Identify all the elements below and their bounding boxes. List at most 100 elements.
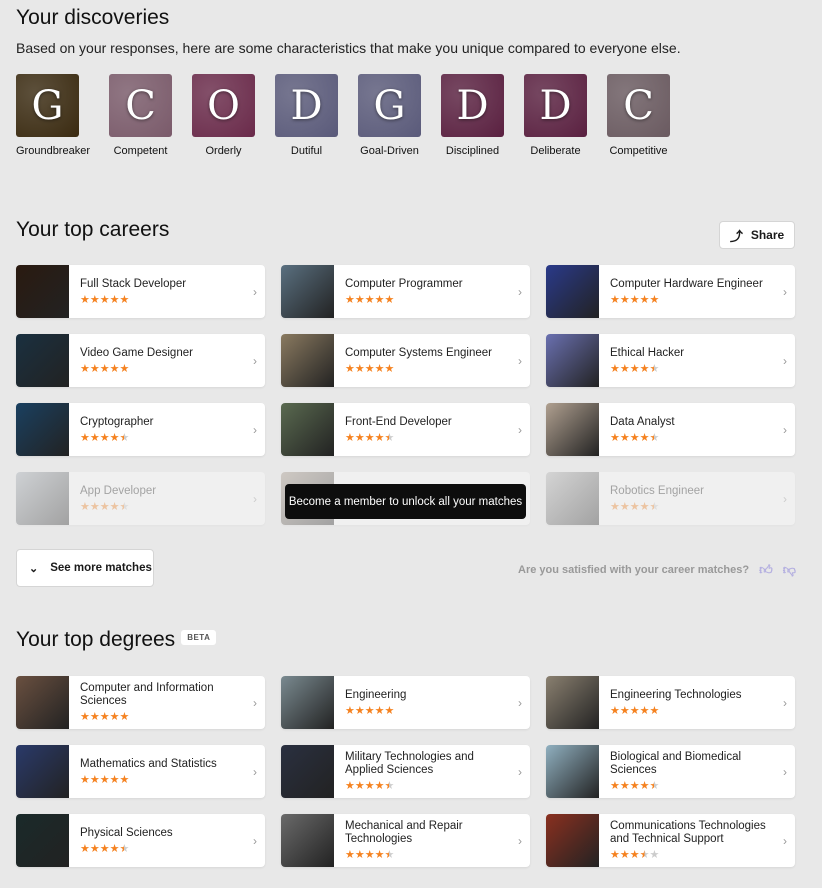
chevron-right-icon: › (783, 353, 787, 368)
card-thumbnail (546, 265, 599, 318)
chevron-right-icon: › (253, 422, 257, 437)
career-card[interactable]: Full Stack Developer ★★★★★ › (16, 265, 265, 318)
star-rating: ★★★★★ (610, 500, 660, 513)
card-title: Mathematics and Statistics (80, 757, 217, 770)
chevron-right-icon: › (518, 695, 522, 710)
chevron-right-icon: › (783, 284, 787, 299)
chevron-right-icon: › (253, 833, 257, 848)
card-thumbnail (16, 814, 69, 867)
chevron-right-icon: › (783, 764, 787, 779)
card-thumbnail (16, 403, 69, 456)
trait-tile: G (16, 74, 79, 137)
chevron-right-icon: › (783, 833, 787, 848)
chevron-right-icon: › (518, 764, 522, 779)
card-title: Engineering Technologies (610, 688, 742, 701)
card-thumbnail (281, 265, 334, 318)
career-card[interactable]: Computer Hardware Engineer ★★★★★ › (546, 265, 795, 318)
degree-grid: Computer and Information Sciences ★★★★★ › E… (16, 676, 795, 867)
degrees-title: Your top degrees BETA (16, 628, 217, 652)
card-thumbnail (281, 334, 334, 387)
chevron-right-icon: › (518, 833, 522, 848)
card-body: Communications Technologies and Technica… (599, 820, 795, 861)
card-title: Computer Hardware Engineer (610, 277, 763, 290)
card-body: Full Stack Developer ★★★★★ (69, 278, 210, 306)
degree-card[interactable]: Engineering Technologies ★★★★★ › (546, 676, 795, 729)
career-card[interactable]: Cryptographer ★★★★★ › (16, 403, 265, 456)
degree-card[interactable]: Military Technologies and Applied Scienc… (281, 745, 530, 798)
careers-title: Your top careers (16, 218, 170, 241)
card-body: Mathematics and Statistics ★★★★★ (69, 758, 241, 786)
career-card[interactable]: Data Analyst ★★★★★ › (546, 403, 795, 456)
trait-label: Groundbreaker (16, 145, 90, 157)
degrees-title-text: Your top degrees (16, 628, 176, 651)
trait-tile: O (192, 74, 255, 137)
career-card[interactable]: Computer Programmer ★★★★★ › (281, 265, 530, 318)
share-label: Share (750, 228, 785, 242)
degree-card[interactable]: Biological and Biomedical Sciences ★★★★★ › (546, 745, 795, 798)
chevron-right-icon: › (253, 491, 257, 506)
card-thumbnail (281, 814, 334, 867)
card-body: Biological and Biomedical Sciences ★★★★★ (599, 751, 795, 792)
trait-item: G Goal-Driven (348, 74, 431, 157)
trait-label: Orderly (205, 145, 242, 157)
career-card[interactable]: App Developer ★★★★★ › (16, 472, 265, 525)
card-body: Computer Hardware Engineer ★★★★★ (599, 278, 787, 306)
trait-item: C Competitive (597, 74, 680, 157)
card-title: Communications Technologies and Technica… (610, 820, 766, 845)
card-thumbnail (546, 403, 599, 456)
career-card[interactable]: Robotics Engineer ★★★★★ › (546, 472, 795, 525)
card-body: Data Analyst ★★★★★ (599, 416, 699, 444)
star-rating: ★★★★★ (345, 704, 395, 717)
card-title: App Developer (80, 484, 157, 497)
degree-card[interactable]: Engineering ★★★★★ › (281, 676, 530, 729)
card-body: Physical Sciences ★★★★★ (69, 827, 197, 855)
card-title: Engineering (345, 688, 407, 701)
trait-tile: C (607, 74, 670, 137)
card-body: Front-End Developer ★★★★★ (334, 416, 476, 444)
star-rating: ★★★★★ (610, 431, 660, 444)
star-rating: ★★★★★ (610, 362, 660, 375)
thumbs-down-icon[interactable]: 👎︎ (783, 562, 796, 578)
degree-card[interactable]: Computer and Information Sciences ★★★★★ › (16, 676, 265, 729)
star-rating: ★★★★★ (80, 842, 130, 855)
thumbs-up-icon[interactable]: 👍︎ (759, 562, 773, 578)
trait-label: Competent (113, 145, 168, 157)
card-title: Computer and Information Sciences (80, 682, 214, 707)
card-title: Full Stack Developer (80, 277, 187, 290)
star-rating: ★★★★★ (610, 780, 660, 792)
card-body: Mechanical and Repair Technologies ★★★★★ (334, 820, 530, 861)
trait-label: Goal-Driven (360, 145, 419, 157)
star-rating: ★★★★★ (345, 780, 395, 792)
star-rating: ★★★★★ (80, 500, 130, 513)
discoveries-title: Your discoveries (16, 6, 170, 29)
degree-card[interactable]: Mathematics and Statistics ★★★★★ › (16, 745, 265, 798)
card-body: Computer Systems Engineer ★★★★★ (334, 347, 516, 375)
card-title: Cryptographer (80, 415, 154, 428)
card-body: Ethical Hacker ★★★★★ (599, 347, 708, 375)
star-rating: ★★★★★ (345, 293, 395, 306)
share-icon: ⤴ (729, 228, 743, 244)
trait-item: G Groundbreaker (16, 74, 99, 157)
trait-label: Competitive (609, 145, 668, 157)
degree-card[interactable]: Physical Sciences ★★★★★ › (16, 814, 265, 867)
star-rating: ★★★★★ (610, 849, 660, 861)
chevron-right-icon: › (518, 422, 522, 437)
lock-tooltip: Become a member to unlock all your match… (285, 484, 526, 519)
trait-item: D Deliberate (514, 74, 597, 157)
chevron-right-icon: › (518, 353, 522, 368)
degree-card[interactable]: Communications Technologies and Technica… (546, 814, 795, 867)
chevron-right-icon: › (783, 491, 787, 506)
card-thumbnail (16, 265, 69, 318)
see-more-button[interactable]: ⌄ See more matches (16, 549, 154, 587)
career-card[interactable]: Video Game Designer ★★★★★ › (16, 334, 265, 387)
card-title: Military Technologies and Applied Scienc… (345, 751, 474, 776)
degree-card[interactable]: Mechanical and Repair Technologies ★★★★★ › (281, 814, 530, 867)
trait-label: Deliberate (530, 145, 581, 157)
share-button[interactable]: ⤴ Share (719, 221, 795, 249)
career-card[interactable]: Front-End Developer ★★★★★ › (281, 403, 530, 456)
card-body: Engineering Technologies ★★★★★ (599, 689, 766, 717)
trait-label: Dutiful (290, 145, 323, 157)
career-card[interactable]: Computer Systems Engineer ★★★★★ › (281, 334, 530, 387)
career-card[interactable]: Ethical Hacker ★★★★★ › (546, 334, 795, 387)
chevron-right-icon: › (783, 695, 787, 710)
